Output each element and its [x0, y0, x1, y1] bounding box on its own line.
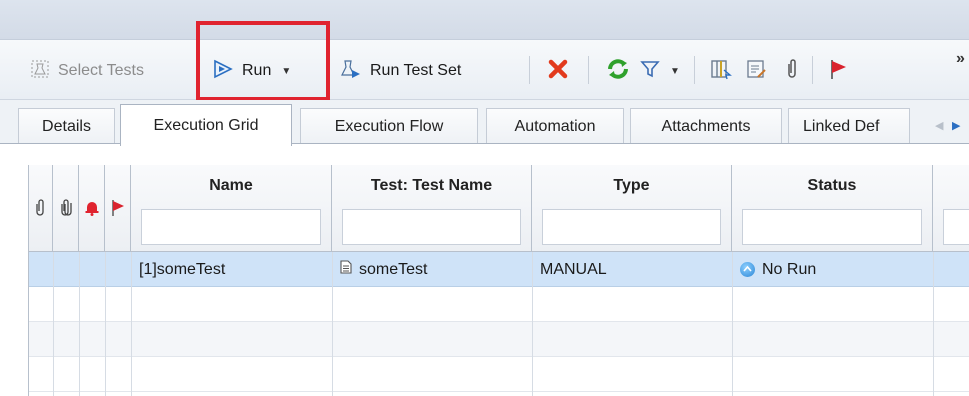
paperclip-icon: [783, 58, 801, 85]
delete-x-icon: [547, 58, 569, 85]
toolbar: Select Tests Run ▼ Run Test Set ▼ »: [0, 40, 969, 100]
test-name-filter-input[interactable]: [342, 209, 521, 245]
delete-button[interactable]: [547, 52, 569, 90]
flag-icon: [111, 199, 125, 222]
header-name-column[interactable]: Name: [131, 165, 332, 252]
cell-type: MANUAL: [540, 260, 607, 278]
tab-label: Execution Grid: [153, 116, 259, 134]
table-row[interactable]: [29, 357, 969, 392]
tab-label: Linked Def: [803, 117, 880, 135]
cell-test-name: someTest: [340, 252, 427, 287]
tab-scroll-right-icon[interactable]: ▶: [952, 119, 960, 132]
tab-label: Details: [42, 117, 91, 135]
column-label: Name: [209, 177, 253, 194]
select-columns-button[interactable]: [710, 52, 732, 90]
tab-automation[interactable]: Automation: [486, 108, 624, 144]
grid-divider: [732, 252, 733, 396]
status-filter-input[interactable]: [742, 209, 922, 245]
grid-header: Name Test: Test Name Type Status: [29, 165, 969, 252]
table-row[interactable]: [1]someTest someTest MANUAL No Run: [29, 252, 969, 287]
test-name-text: someTest: [359, 260, 428, 278]
table-row[interactable]: [29, 322, 969, 357]
grid-divider: [105, 252, 106, 396]
type-filter-input[interactable]: [542, 209, 721, 245]
tab-execution-grid[interactable]: Execution Grid: [120, 104, 292, 146]
header-next-column[interactable]: [933, 165, 969, 252]
header-attachments-column[interactable]: [53, 165, 79, 252]
header-type-column[interactable]: Type: [532, 165, 732, 252]
tab-details[interactable]: Details: [18, 108, 115, 144]
bell-alert-icon: [84, 200, 100, 221]
grid-divider: [131, 252, 132, 396]
select-tests-icon: [30, 59, 50, 84]
paperclip-icon: [34, 199, 46, 222]
column-label: Status: [807, 177, 857, 194]
grid-divider: [933, 252, 934, 396]
edit-button[interactable]: [745, 52, 767, 90]
run-label: Run: [242, 62, 272, 79]
toolbar-separator: [694, 56, 695, 84]
tab-bar: Details Execution Grid Execution Flow Au…: [0, 100, 969, 146]
flag-button[interactable]: [828, 52, 848, 90]
execution-grid: Name Test: Test Name Type Status [1]some…: [28, 165, 969, 396]
cell-status: No Run: [740, 252, 816, 287]
filter-dropdown-icon[interactable]: ▼: [670, 66, 680, 77]
header-attachment-column[interactable]: [29, 165, 53, 252]
grid-divider: [79, 252, 80, 396]
test-document-icon: [340, 260, 352, 279]
filter-button[interactable]: ▼: [640, 52, 680, 90]
flag-icon: [828, 58, 848, 85]
window-title-bar: [0, 0, 969, 40]
header-test-name-column[interactable]: Test: Test Name: [332, 165, 532, 252]
tab-scroll-left-icon[interactable]: ◀: [935, 119, 943, 132]
toolbar-separator: [588, 56, 589, 84]
tab-label: Execution Flow: [334, 117, 444, 135]
attachments-button[interactable]: [783, 52, 801, 90]
cell-name: [1]someTest: [139, 260, 226, 278]
status-text: No Run: [762, 260, 817, 278]
refresh-icon: [606, 57, 630, 86]
header-status-column[interactable]: Status: [732, 165, 933, 252]
no-run-status-icon: [740, 262, 755, 277]
select-tests-button[interactable]: Select Tests: [30, 52, 144, 90]
run-test-set-icon: [340, 58, 362, 85]
edit-notepad-icon: [745, 58, 767, 85]
header-alert-column[interactable]: [79, 165, 105, 252]
column-label: Type: [613, 177, 650, 194]
tab-label: Attachments: [661, 117, 751, 135]
select-tests-label: Select Tests: [58, 62, 144, 79]
run-dropdown-icon[interactable]: ▼: [281, 66, 291, 77]
column-label: Test: Test Name: [370, 177, 493, 194]
double-paperclip-icon: [59, 199, 73, 222]
refresh-button[interactable]: [606, 52, 630, 90]
run-test-set-label: Run Test Set: [370, 62, 462, 79]
toolbar-separator: [812, 56, 813, 84]
tab-label: Automation: [514, 117, 596, 135]
tab-attachments[interactable]: Attachments: [630, 108, 782, 144]
grid-divider: [532, 252, 533, 396]
tab-linked-defects[interactable]: Linked Def: [788, 108, 910, 144]
columns-icon: [710, 58, 732, 85]
run-play-icon: [212, 59, 234, 84]
grid-divider: [53, 252, 54, 396]
filter-funnel-icon: [640, 59, 660, 84]
table-row[interactable]: [29, 287, 969, 322]
next-filter-input[interactable]: [943, 209, 969, 245]
grid-divider: [332, 252, 333, 396]
execution-grid-panel: Name Test: Test Name Type Status [1]some…: [0, 143, 969, 396]
run-button[interactable]: Run ▼: [212, 52, 291, 90]
toolbar-overflow-button[interactable]: »: [956, 50, 965, 68]
name-filter-input[interactable]: [141, 209, 321, 245]
run-test-set-button[interactable]: Run Test Set: [340, 52, 461, 90]
toolbar-separator: [529, 56, 530, 84]
tab-execution-flow[interactable]: Execution Flow: [300, 108, 478, 144]
header-flag-column[interactable]: [105, 165, 131, 252]
